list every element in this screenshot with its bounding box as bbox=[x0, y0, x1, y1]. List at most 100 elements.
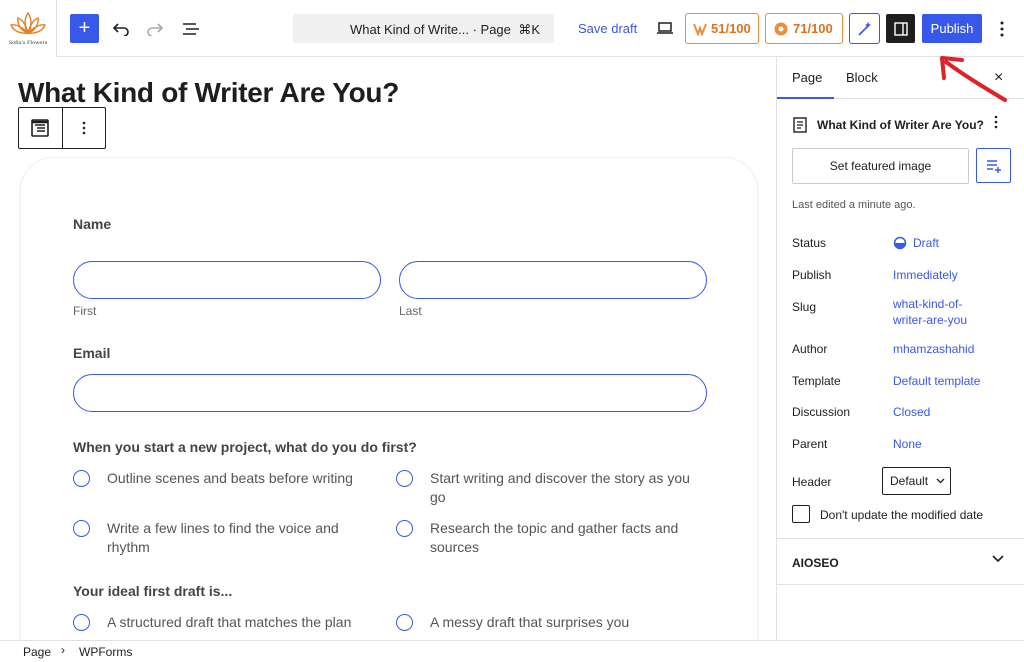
redo-button[interactable] bbox=[140, 14, 169, 43]
page-icon bbox=[793, 117, 807, 133]
publish-button[interactable]: Publish bbox=[922, 14, 982, 43]
radio-option[interactable]: A structured draft that matches the plan bbox=[73, 613, 373, 632]
radio-option[interactable]: Outline scenes and beats before writing bbox=[73, 469, 373, 488]
radio-option[interactable]: Write a few lines to find the voice and … bbox=[73, 519, 373, 557]
last-sublabel: Last bbox=[399, 304, 422, 318]
radio-option-label: A structured draft that matches the plan bbox=[107, 614, 352, 630]
plus-icon: + bbox=[78, 17, 91, 39]
meta-author-value[interactable]: mhamzashahid bbox=[893, 341, 1003, 357]
command-title: What Kind of Write... · Page bbox=[350, 22, 511, 37]
document-title: What Kind of Writer Are You? bbox=[817, 118, 984, 132]
meta-publish-label: Publish bbox=[792, 268, 832, 282]
block-breadcrumb: Page › WPForms bbox=[0, 640, 1024, 662]
meta-template-value[interactable]: Default template bbox=[893, 373, 1003, 389]
undo-icon bbox=[112, 22, 129, 36]
header-label: Header bbox=[792, 475, 832, 489]
block-type-button[interactable] bbox=[19, 108, 62, 148]
ai-assistant-button[interactable] bbox=[849, 13, 880, 44]
first-sublabel: First bbox=[73, 304, 97, 318]
excerpt-button[interactable] bbox=[976, 148, 1011, 183]
aioseo-gear-icon bbox=[774, 22, 788, 35]
last-name-input[interactable] bbox=[399, 261, 707, 299]
block-options-button[interactable] bbox=[61, 108, 105, 148]
list-add-icon bbox=[986, 159, 1001, 173]
tab-block[interactable]: Block bbox=[846, 70, 878, 85]
header-select[interactable]: Default bbox=[882, 467, 951, 495]
first-name-input[interactable] bbox=[73, 261, 381, 299]
draft-status-icon bbox=[893, 236, 907, 250]
radio-button[interactable] bbox=[396, 470, 413, 487]
question-1: When you start a new project, what do yo… bbox=[73, 439, 417, 455]
seo-score-button[interactable]: 51/100 bbox=[685, 13, 759, 44]
logo-text: Sofia's Flowers bbox=[8, 40, 48, 46]
radio-button[interactable] bbox=[73, 520, 90, 537]
meta-status-value[interactable]: Draft bbox=[893, 235, 1003, 251]
meta-parent-label: Parent bbox=[792, 437, 828, 451]
add-block-button[interactable]: + bbox=[70, 14, 99, 43]
command-palette[interactable]: What Kind of Write... · Page ⌘K bbox=[293, 14, 554, 43]
editor-canvas: What Kind of Writer Are You? Name First … bbox=[0, 57, 776, 640]
chevron-down-icon bbox=[992, 555, 1004, 563]
meta-slug-value[interactable]: what-kind-of-writer-are-you bbox=[893, 296, 983, 328]
more-vertical-icon bbox=[82, 121, 86, 135]
magic-wand-icon bbox=[857, 21, 871, 36]
breadcrumb-page[interactable]: Page bbox=[23, 645, 51, 659]
options-button[interactable] bbox=[990, 14, 1014, 43]
breadcrumb-separator: › bbox=[61, 643, 65, 657]
breadcrumb-wpforms[interactable]: WPForms bbox=[79, 645, 132, 659]
radio-option[interactable]: A messy draft that surprises you bbox=[396, 613, 696, 632]
radio-option-label: Start writing and discover the story as … bbox=[430, 470, 690, 505]
draft-status-text: Draft bbox=[913, 236, 940, 250]
aioseo-score-button[interactable]: 71/100 bbox=[765, 13, 843, 44]
score-logo-icon bbox=[693, 23, 707, 36]
meta-status-label: Status bbox=[792, 236, 827, 250]
tab-page[interactable]: Page bbox=[792, 70, 822, 85]
radio-option-label: Research the topic and gather facts and … bbox=[430, 520, 679, 555]
aioseo-panel-title: AIOSEO bbox=[792, 556, 839, 570]
settings-toggle-button[interactable] bbox=[886, 14, 915, 43]
seo-score-value: 51/100 bbox=[711, 21, 751, 36]
chevron-down-icon bbox=[936, 478, 945, 484]
last-edited-text: Last edited a minute ago. bbox=[792, 199, 916, 211]
editor-window: Sofia's Flowers + What Kind of Write... … bbox=[0, 0, 1024, 662]
redo-icon bbox=[146, 22, 163, 36]
close-sidebar-button[interactable]: × bbox=[994, 69, 1003, 87]
page-title[interactable]: What Kind of Writer Are You? bbox=[18, 77, 399, 109]
name-label: Name bbox=[73, 216, 112, 232]
settings-sidebar: Page Block × What Kind of Writer Are You… bbox=[776, 57, 1024, 640]
sidebar-tabs: Page Block × bbox=[777, 57, 1024, 99]
aioseo-score-value: 71/100 bbox=[793, 21, 833, 36]
radio-option-label: Outline scenes and beats before writing bbox=[107, 470, 353, 486]
document-overview-button[interactable] bbox=[176, 14, 205, 43]
radio-button[interactable] bbox=[396, 520, 413, 537]
header-select-value: Default bbox=[890, 474, 929, 488]
radio-button[interactable] bbox=[73, 470, 90, 487]
wpforms-form: Name First Last Email When you start a n… bbox=[20, 157, 758, 640]
radio-option[interactable]: Research the topic and gather facts and … bbox=[396, 519, 696, 557]
radio-button[interactable] bbox=[73, 614, 90, 631]
meta-author-label: Author bbox=[792, 342, 828, 356]
undo-button[interactable] bbox=[106, 14, 135, 43]
top-toolbar: Sofia's Flowers + What Kind of Write... … bbox=[0, 0, 1024, 57]
document-actions-button[interactable] bbox=[994, 115, 998, 134]
email-label: Email bbox=[73, 345, 111, 361]
preview-button[interactable] bbox=[650, 14, 679, 43]
meta-parent-value[interactable]: None bbox=[893, 436, 1003, 452]
more-vertical-icon bbox=[994, 115, 998, 129]
sidebar-icon bbox=[893, 21, 908, 36]
list-view-icon bbox=[182, 22, 199, 35]
site-logo[interactable]: Sofia's Flowers bbox=[0, 0, 57, 57]
email-input[interactable] bbox=[73, 374, 707, 412]
block-toolbar bbox=[18, 107, 106, 149]
set-featured-image-button[interactable]: Set featured image bbox=[792, 148, 969, 184]
aioseo-panel[interactable]: AIOSEO bbox=[777, 538, 1024, 585]
meta-publish-value[interactable]: Immediately bbox=[893, 267, 1003, 283]
more-vertical-icon bbox=[1000, 21, 1004, 36]
meta-discussion-value[interactable]: Closed bbox=[893, 404, 1003, 420]
radio-option[interactable]: Start writing and discover the story as … bbox=[396, 469, 696, 507]
modified-date-checkbox[interactable] bbox=[792, 505, 810, 523]
command-shortcut: ⌘K bbox=[518, 22, 540, 37]
radio-button[interactable] bbox=[396, 614, 413, 631]
save-draft-button[interactable]: Save draft bbox=[578, 21, 637, 36]
active-tab-indicator bbox=[777, 97, 834, 99]
